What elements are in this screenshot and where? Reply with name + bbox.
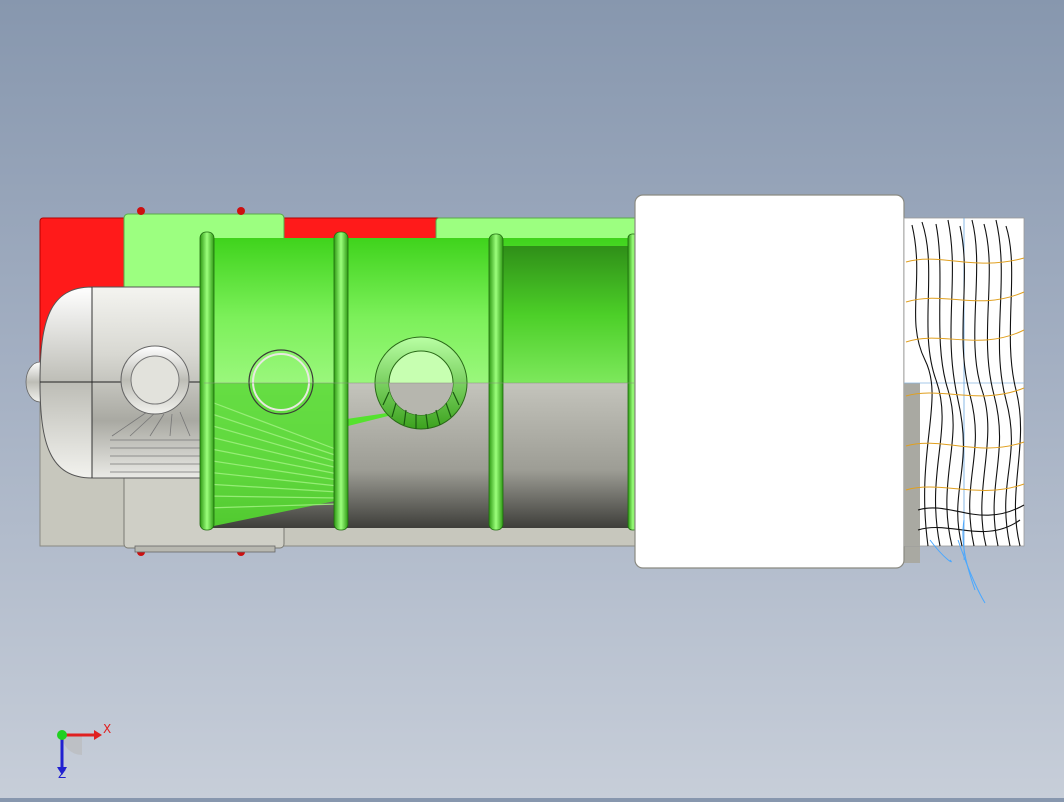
drum-ring-1 [199,231,215,531]
drum-dark-section [500,246,634,383]
motor-shaft [130,355,180,405]
drum [199,231,639,531]
drum-ring-3 [488,233,504,531]
assembly-drawing [25,194,1025,604]
wire-harness [903,217,1025,604]
control-box [634,194,920,569]
drum-ring-2 [333,231,349,531]
z-axis-label: Z [58,767,66,781]
motor [25,286,205,479]
x-axis-label: X [103,722,111,736]
axis-triad: X Z [48,715,118,785]
control-box-body [634,194,905,569]
axis-triad-graphic: X Z [57,722,111,781]
bolt-top-right [237,207,245,215]
bolt-top-left [137,207,145,215]
cad-3d-viewport[interactable] [0,0,1064,798]
